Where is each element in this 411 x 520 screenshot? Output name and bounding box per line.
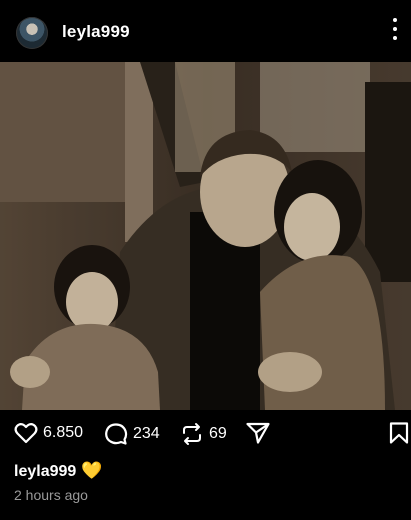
profile-avatar[interactable] (16, 17, 48, 49)
repost-button[interactable]: 69 (180, 422, 227, 446)
post-photo[interactable] (0, 62, 411, 410)
like-count: 6.850 (43, 424, 84, 441)
repost-count: 69 (209, 425, 227, 442)
heart-icon (14, 422, 38, 444)
share-button[interactable] (246, 422, 270, 444)
more-options-icon[interactable] (392, 18, 398, 44)
send-icon (246, 422, 270, 444)
post-timestamp: 2 hours ago (14, 487, 88, 503)
yellow-heart-emoji: 💛 (81, 461, 103, 480)
repost-icon (180, 422, 204, 446)
bookmark-icon (389, 422, 409, 444)
post-header: leyla999 (0, 0, 411, 62)
post-username[interactable]: leyla999 (62, 22, 130, 42)
save-button[interactable] (389, 422, 409, 444)
like-button[interactable]: 6.850 (14, 422, 83, 444)
sepia-family-photo (0, 62, 411, 410)
post-caption: leyla999 💛 (14, 461, 102, 481)
comment-count: 234 (133, 425, 160, 442)
caption-username[interactable]: leyla999 (14, 463, 76, 480)
post-actions: 6.850 234 69 (0, 410, 411, 456)
comment-icon (104, 422, 128, 446)
comment-button[interactable]: 234 (104, 422, 160, 446)
